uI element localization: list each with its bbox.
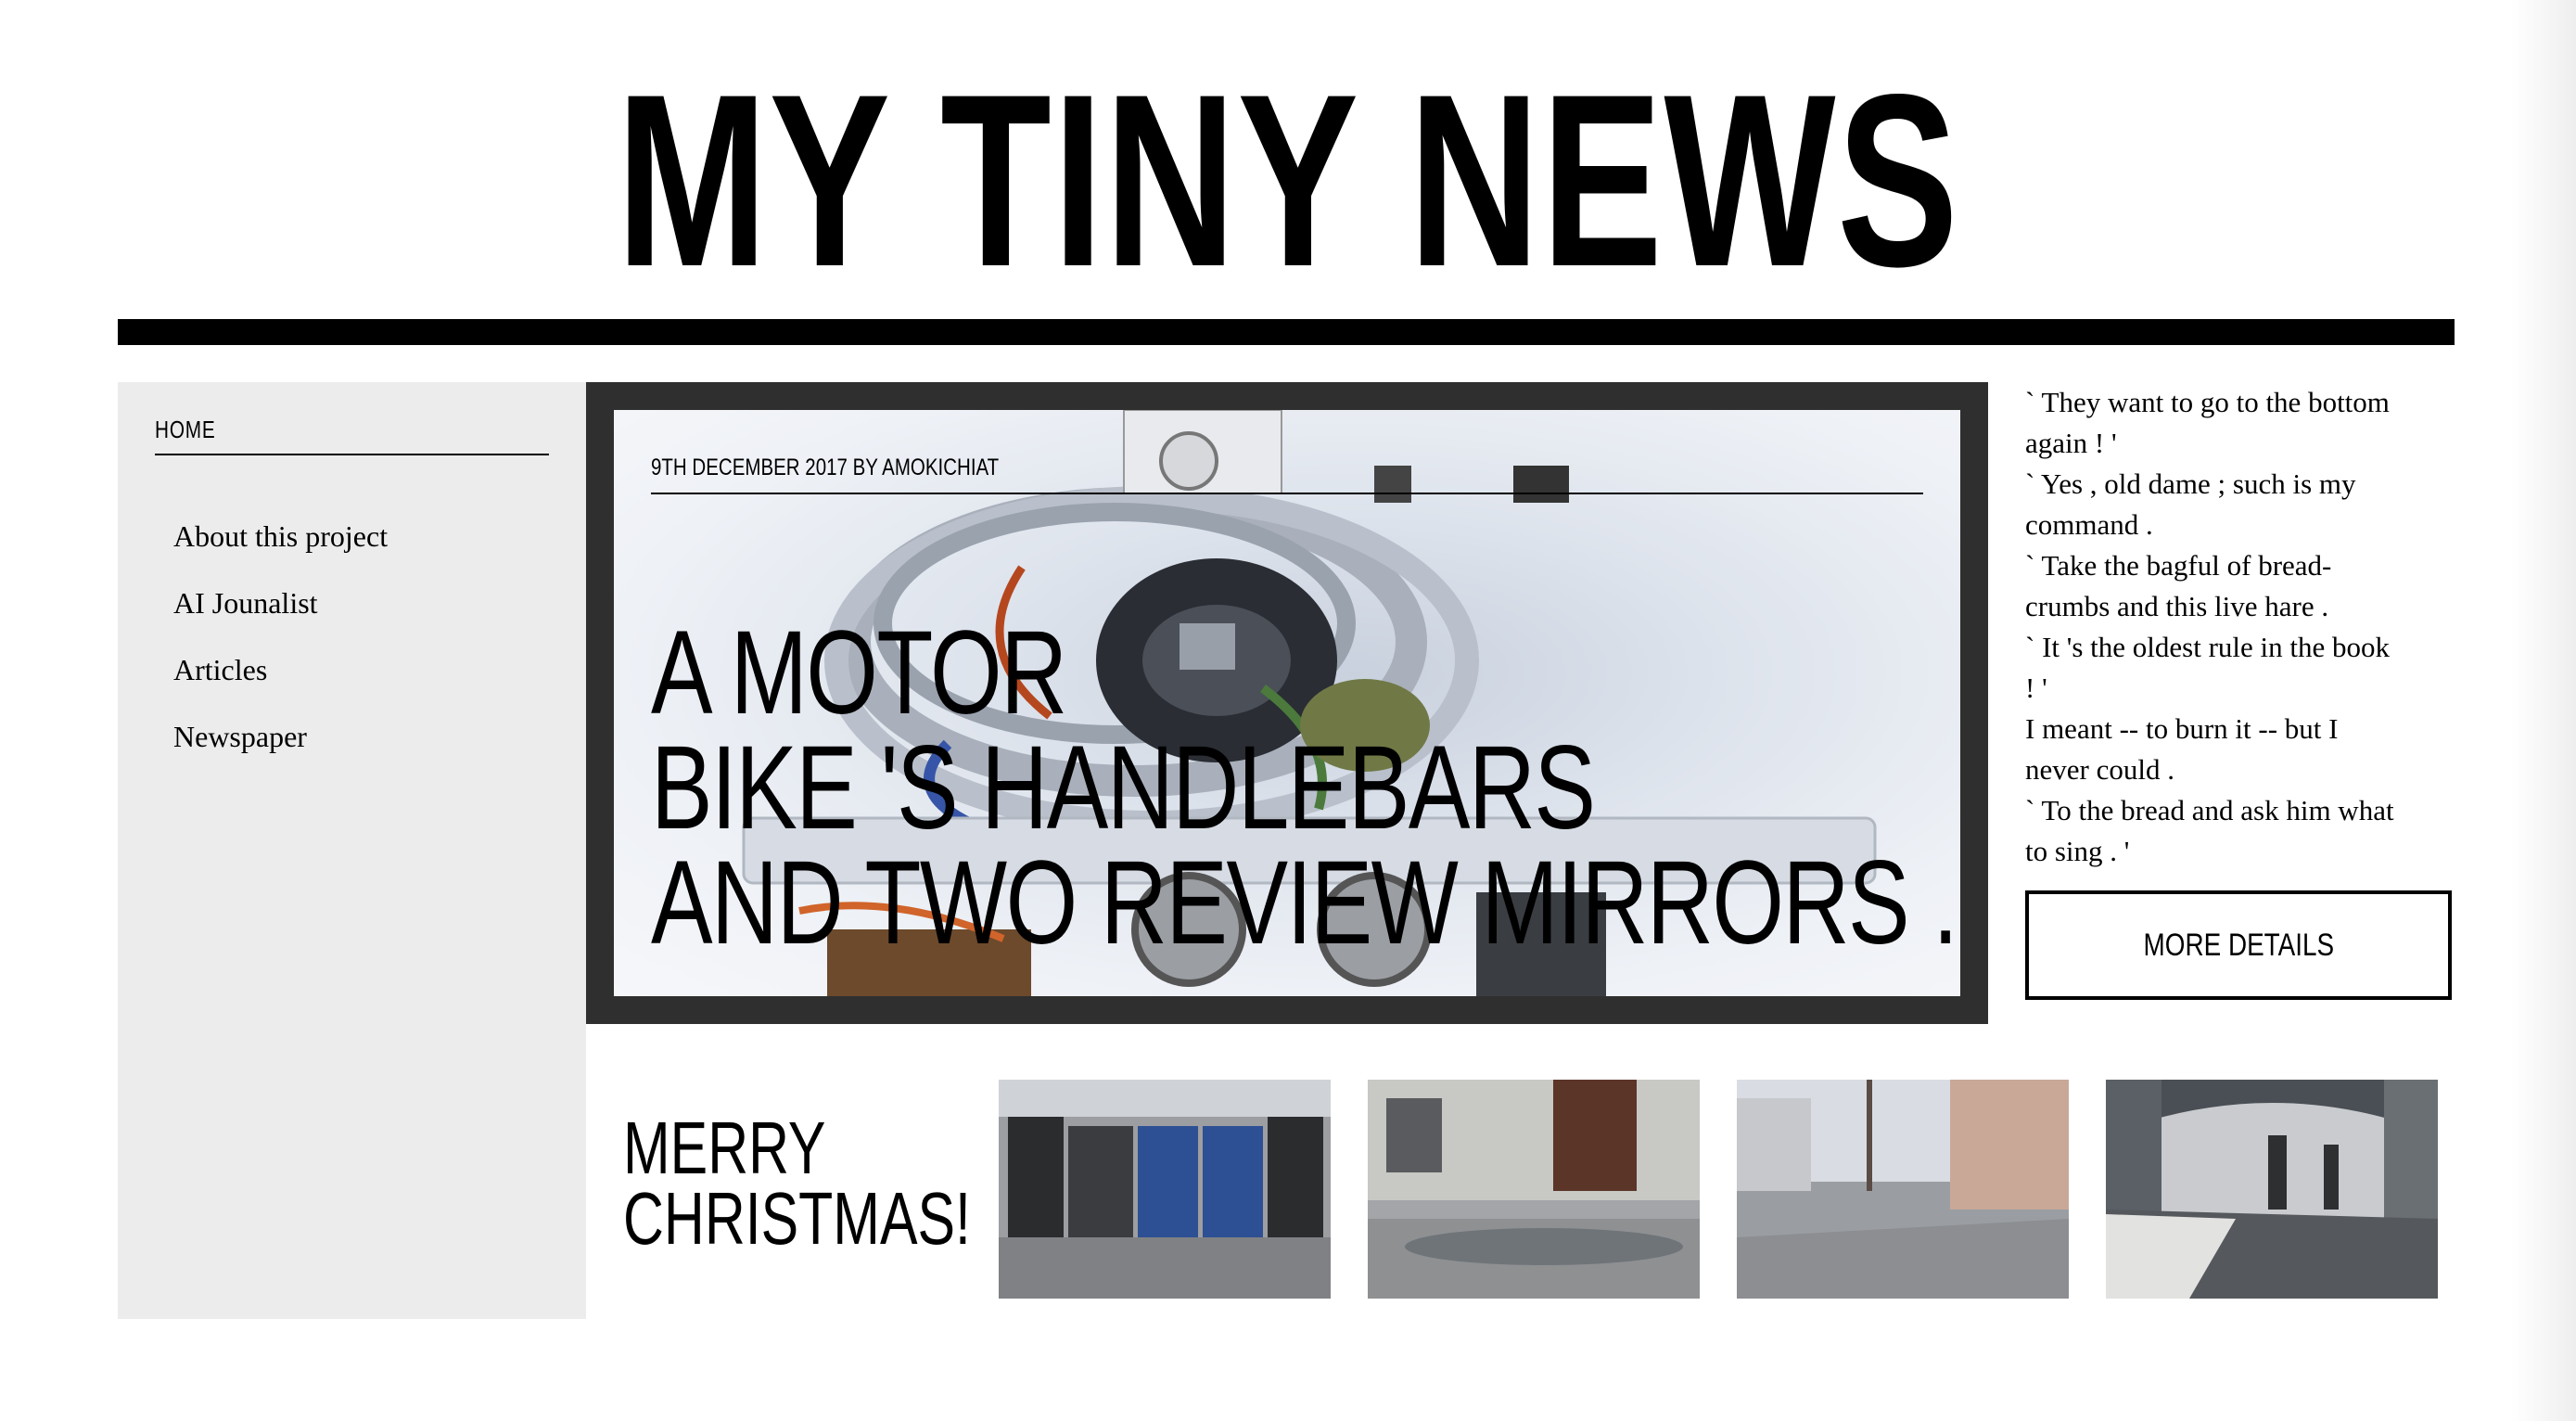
nav-item-ai-journalist[interactable]: AI Jounalist xyxy=(173,570,388,636)
gallery-caption-line-1: MERRY xyxy=(623,1107,826,1189)
site-title[interactable]: MY TINY NEWS xyxy=(617,37,1960,325)
article-meta: 9TH DECEMBER 2017 BY AMOKICHIAT xyxy=(651,454,1923,494)
quote-line: to sing . ' xyxy=(2025,835,2130,867)
masthead-rule xyxy=(118,319,2455,345)
nav-list: About this project AI Jounalist Articles… xyxy=(173,503,388,770)
article-headline[interactable]: A MOTOR BIKE 'S HANDLEBARS AND TWO REVIE… xyxy=(651,607,1958,969)
quote-excerpt: ` They want to go to the bottom again ! … xyxy=(2025,382,2456,872)
sidebar: HOME About this project AI Jounalist Art… xyxy=(118,382,586,1319)
quote-line: ` Take the bagful of bread- xyxy=(2025,549,2332,582)
underpass-walkway-photo xyxy=(2106,1080,2438,1299)
nav-item-newspaper[interactable]: Newspaper xyxy=(173,703,388,770)
quote-line: ! ' xyxy=(2025,672,2047,704)
headline-line-1: A MOTOR xyxy=(651,607,1067,739)
quote-line: ` They want to go to the bottom xyxy=(2025,386,2390,418)
quote-line: ` To the bread and ask him what xyxy=(2025,794,2394,826)
more-details-button[interactable]: MORE DETAILS xyxy=(2025,890,2452,1000)
quote-line: never could . xyxy=(2025,753,2174,786)
more-details-label: MORE DETAILS xyxy=(2143,928,2334,963)
feature-photo: 9TH DECEMBER 2017 BY AMOKICHIAT A MOTOR … xyxy=(614,410,1960,996)
street-sidewalk-photo xyxy=(1737,1080,2069,1299)
article-meta-text: 9TH DECEMBER 2017 BY AMOKICHIAT xyxy=(651,454,1000,480)
headline-line-2: BIKE 'S HANDLEBARS xyxy=(651,722,1596,854)
doorway-puddle-photo xyxy=(1368,1080,1700,1299)
nav-item-about[interactable]: About this project xyxy=(173,503,388,570)
quote-line: I meant -- to burn it -- but I xyxy=(2025,712,2339,745)
gallery-caption: MERRY CHRISTMAS! xyxy=(623,1107,994,1260)
masthead: MY TINY NEWS xyxy=(0,37,2576,325)
feature-article[interactable]: 9TH DECEMBER 2017 BY AMOKICHIAT A MOTOR … xyxy=(586,382,1988,1024)
quote-line: command . xyxy=(2025,508,2153,541)
nav-home[interactable]: HOME xyxy=(155,416,549,455)
quote-line: again ! ' xyxy=(2025,427,2117,459)
quote-line: ` Yes , old dame ; such is my xyxy=(2025,467,2356,500)
gallery-thumb-underpass[interactable] xyxy=(2106,1080,2438,1299)
gallery-thumb-street[interactable] xyxy=(1737,1080,2069,1299)
recycling-bins-photo xyxy=(999,1080,1331,1299)
nav-item-articles[interactable]: Articles xyxy=(173,636,388,703)
gallery-thumb-bins[interactable] xyxy=(999,1080,1331,1299)
headline-line-3: AND TWO REVIEW MIRRORS . xyxy=(651,837,1958,969)
gallery-thumb-doorway[interactable] xyxy=(1368,1080,1700,1299)
gallery-caption-line-2: CHRISTMAS! xyxy=(623,1177,971,1260)
quote-line: ` It 's the oldest rule in the book xyxy=(2025,631,2391,663)
nav-home-label: HOME xyxy=(155,416,216,443)
quote-line: crumbs and this live hare . xyxy=(2025,590,2329,622)
